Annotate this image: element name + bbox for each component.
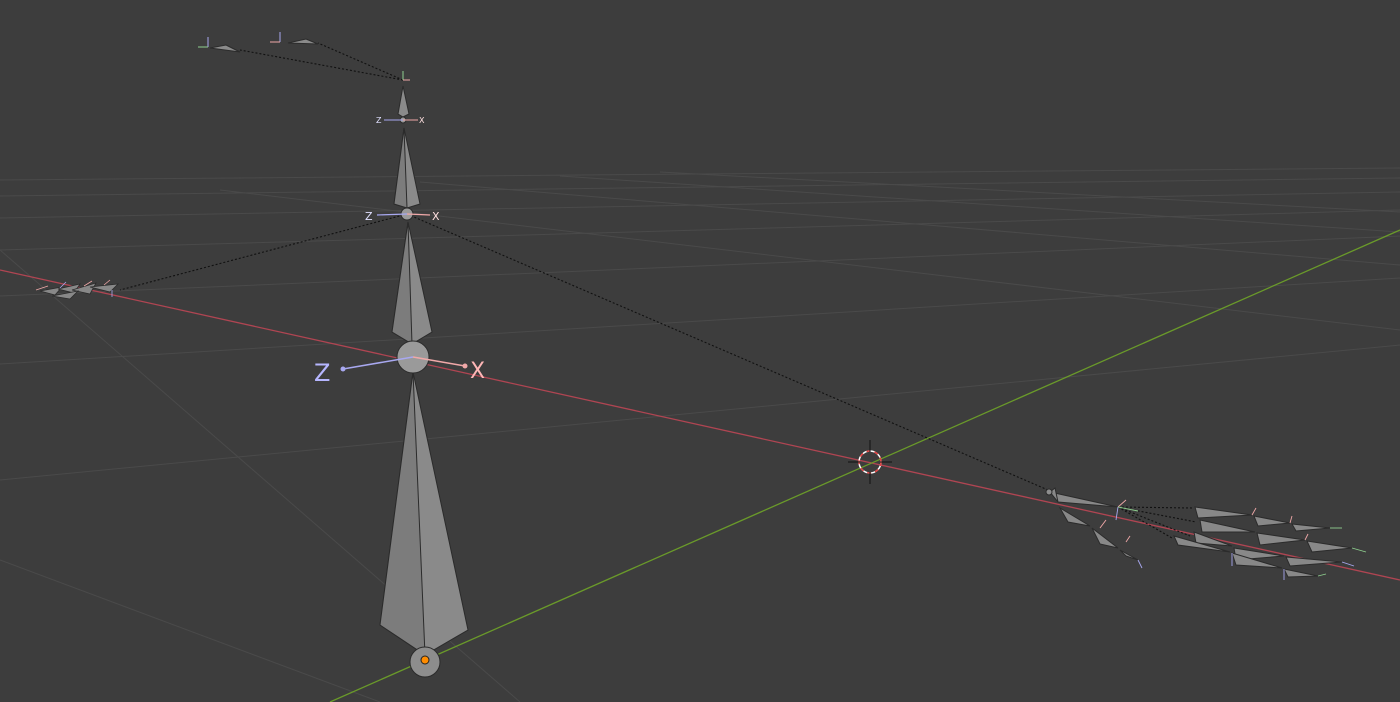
gizmo-large-x-label: X (470, 359, 485, 384)
selected-joint-dot (420, 655, 430, 665)
gizmo-medium-z-label: Z (365, 210, 373, 223)
3d-viewport[interactable]: Z X Z X Z X (0, 0, 1400, 702)
gizmo-large-z-label: Z (314, 359, 330, 387)
gizmo-small-x-label: X (419, 116, 425, 125)
gizmo-medium-x-label: X (432, 210, 440, 223)
gizmo-small-z-label: Z (376, 116, 382, 125)
